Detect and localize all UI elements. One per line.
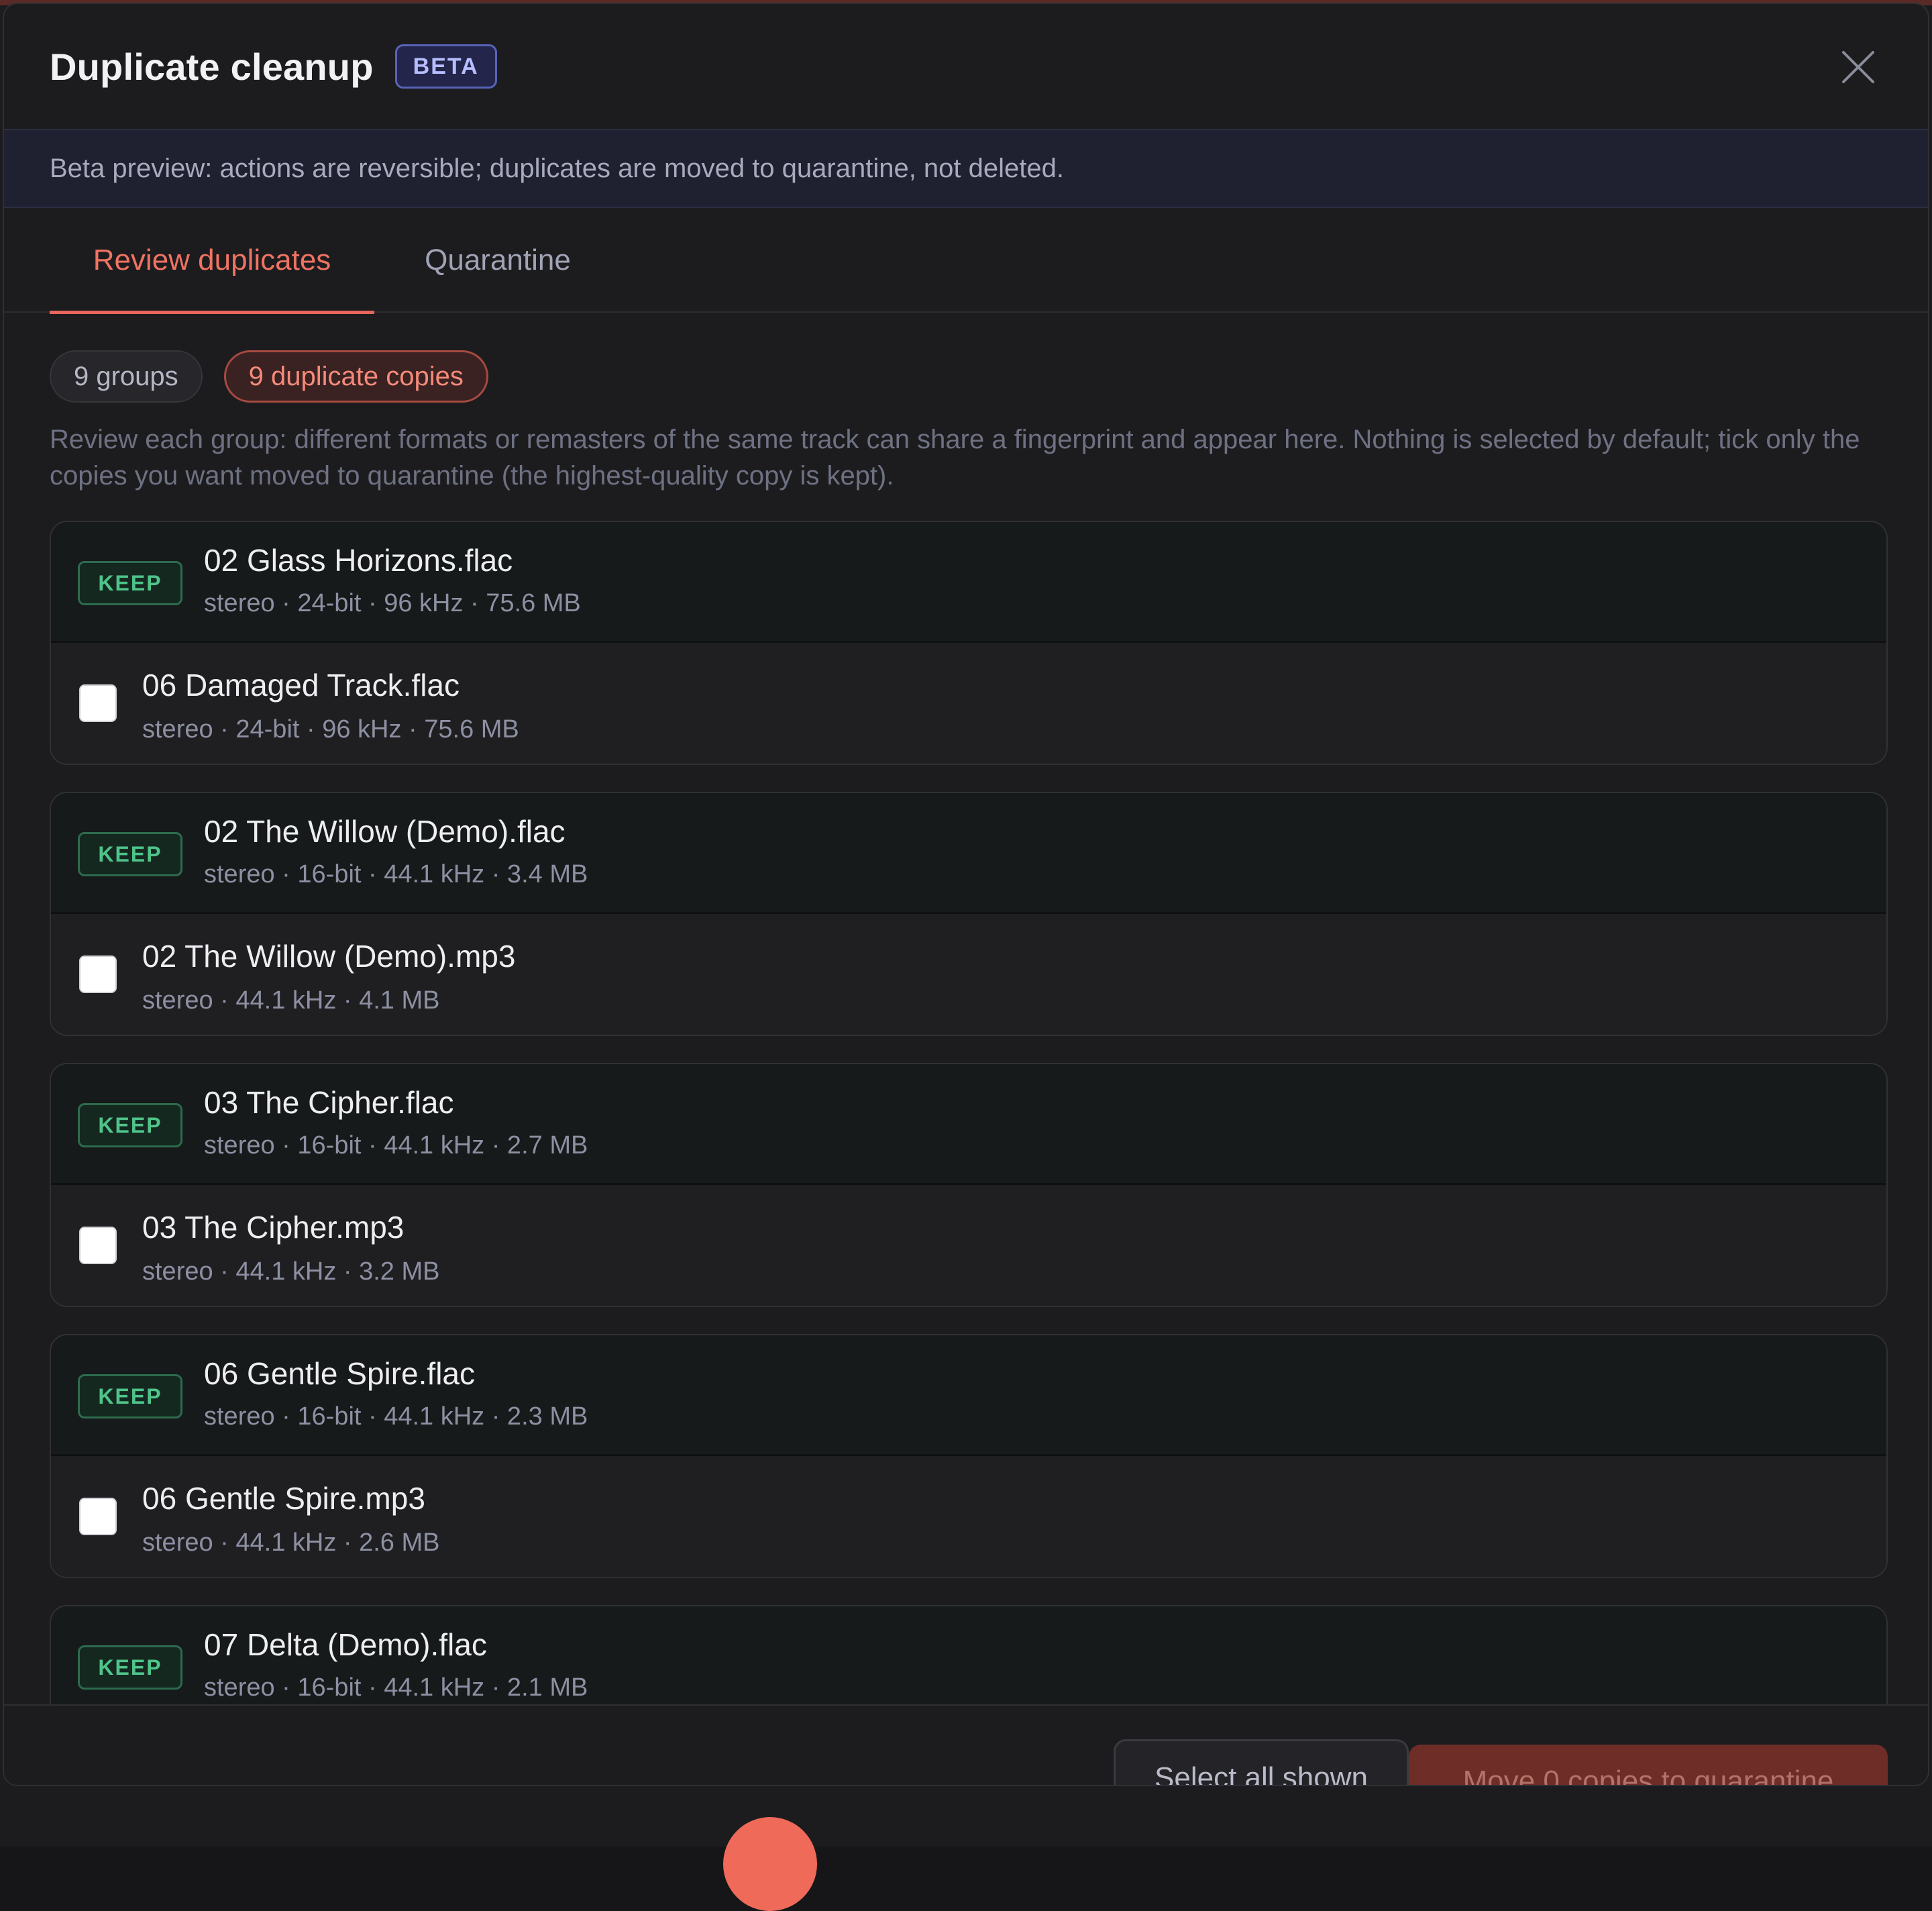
close-icon [1842,51,1874,83]
keep-badge: KEEP [78,1645,182,1690]
duplicate-cleanup-dialog: Duplicate cleanup BETA Beta preview: act… [3,3,1929,1786]
move-to-quarantine-button[interactable]: Move 0 copies to quarantine [1409,1745,1888,1785]
duplicate-row[interactable]: 06 Damaged Track.flac stereo · 24-bit · … [51,643,1886,764]
keep-file-meta: stereo · 16-bit · 44.1 kHz · 2.1 MB [204,1673,588,1702]
keep-file-meta: stereo · 16-bit · 44.1 kHz · 2.7 MB [204,1131,588,1159]
duplicate-group: KEEP 06 Gentle Spire.flac stereo · 16-bi… [50,1334,1888,1578]
keep-file-name: 07 Delta (Demo).flac [204,1627,487,1662]
duplicate-group: KEEP 07 Delta (Demo).flac stereo · 16-bi… [50,1605,1888,1704]
help-text: Review each group: different formats or … [50,425,1860,490]
tab-bar: Review duplicates Quarantine [4,208,1928,314]
tab-quarantine[interactable]: Quarantine [397,208,598,313]
duplicate-group: KEEP 03 The Cipher.flac stereo · 16-bit … [50,1063,1888,1307]
keep-badge: KEEP [78,832,182,876]
duplicate-file-meta: stereo · 44.1 kHz · 2.6 MB [142,1529,440,1557]
duplicate-file-name: 06 Gentle Spire.mp3 [142,1481,425,1516]
dialog-header: Duplicate cleanup BETA [4,4,1928,129]
keep-file-name: 06 Gentle Spire.flac [204,1356,476,1391]
duplicate-file-name: 02 The Willow (Demo).mp3 [142,939,516,974]
keep-badge: KEEP [78,1374,182,1418]
keep-file-meta: stereo · 16-bit · 44.1 kHz · 3.4 MB [204,860,588,888]
duplicate-row[interactable]: 03 The Cipher.mp3 stereo · 44.1 kHz · 3.… [51,1185,1886,1306]
duplicate-row[interactable]: 06 Gentle Spire.mp3 stereo · 44.1 kHz · … [51,1456,1886,1577]
beta-notice: Beta preview: actions are reversible; du… [4,129,1928,208]
duplicate-group: KEEP 02 The Willow (Demo).flac stereo · … [50,792,1888,1036]
duplicate-row[interactable]: 02 The Willow (Demo).mp3 stereo · 44.1 k… [51,914,1886,1035]
keep-badge: KEEP [78,1103,182,1147]
keep-file-name: 02 The Willow (Demo).flac [204,814,566,849]
dialog-title: Duplicate cleanup [50,45,374,88]
keep-badge: KEEP [78,561,182,605]
groups-count-pill: 9 groups [50,350,203,403]
duplicate-groups-list[interactable]: KEEP 02 Glass Horizons.flac stereo · 24-… [50,521,1888,1704]
beta-badge: BETA [394,44,497,89]
keep-row: KEEP 07 Delta (Demo).flac stereo · 16-bi… [51,1606,1886,1704]
keep-row: KEEP 02 The Willow (Demo).flac stereo · … [51,793,1886,914]
duplicate-file-meta: stereo · 44.1 kHz · 4.1 MB [142,986,440,1015]
duplicate-file-meta: stereo · 44.1 kHz · 3.2 MB [142,1257,440,1286]
duplicate-checkbox[interactable] [79,1227,117,1264]
duplicate-checkbox[interactable] [79,1498,117,1535]
keep-file-meta: stereo · 24-bit · 96 kHz · 75.6 MB [204,589,581,617]
keep-file-meta: stereo · 16-bit · 44.1 kHz · 2.3 MB [204,1402,588,1431]
duplicate-file-name: 06 Damaged Track.flac [142,668,460,703]
keep-file-name: 02 Glass Horizons.flac [204,543,513,578]
dialog-footer: Select all shown Move 0 copies to quaran… [4,1704,1928,1785]
duplicate-checkbox[interactable] [79,956,117,993]
summary-pills: 9 groups 9 duplicate copies [50,350,488,403]
duplicate-group: KEEP 02 Glass Horizons.flac stereo · 24-… [50,521,1888,765]
keep-row: KEEP 03 The Cipher.flac stereo · 16-bit … [51,1064,1886,1185]
close-button[interactable] [1838,47,1878,87]
duplicate-file-meta: stereo · 24-bit · 96 kHz · 75.6 MB [142,715,519,743]
keep-file-name: 03 The Cipher.flac [204,1085,454,1120]
duplicate-checkbox[interactable] [79,684,117,722]
floating-action-button[interactable] [723,1817,817,1911]
tab-review-duplicates[interactable]: Review duplicates [50,208,374,314]
duplicates-count-pill: 9 duplicate copies [223,350,488,403]
select-all-shown-button[interactable]: Select all shown [1114,1739,1409,1785]
duplicate-file-name: 03 The Cipher.mp3 [142,1210,405,1245]
keep-row: KEEP 06 Gentle Spire.flac stereo · 16-bi… [51,1335,1886,1456]
keep-row: KEEP 02 Glass Horizons.flac stereo · 24-… [51,522,1886,643]
